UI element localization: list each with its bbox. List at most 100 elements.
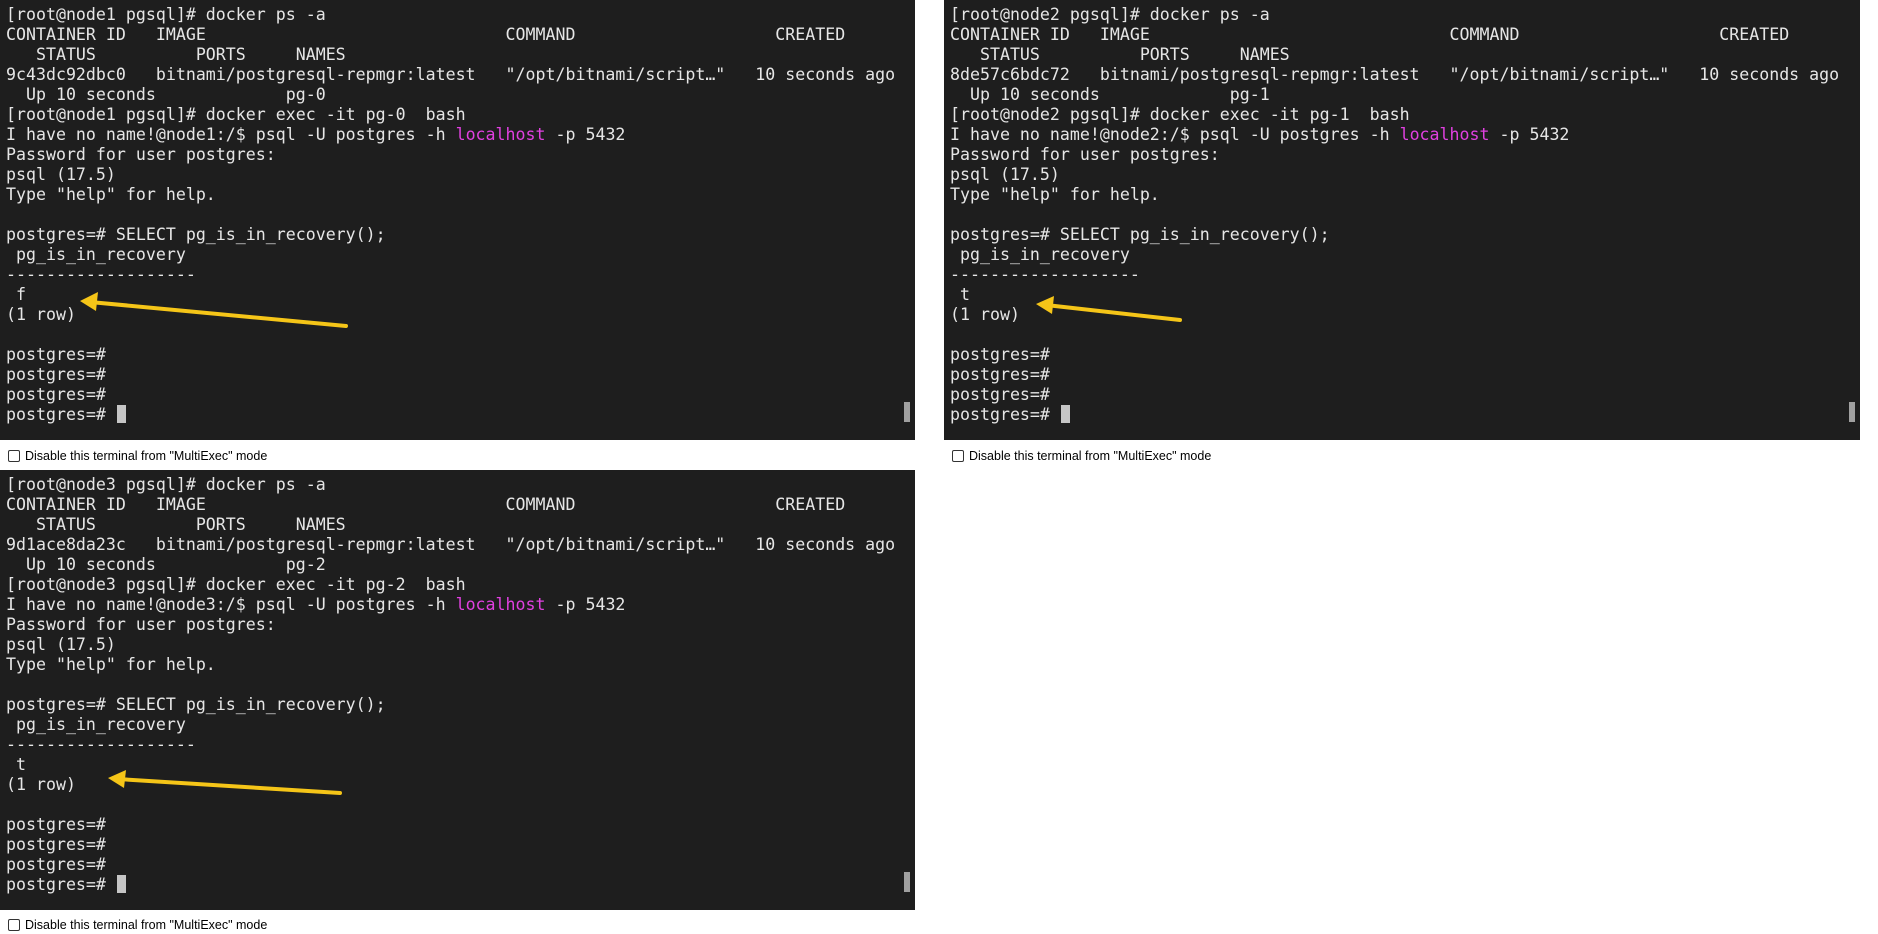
terminal-line: (1 row) [6,305,895,325]
terminal-line-text: Type "help" for help. [6,655,216,674]
terminal-line-text: postgres=# [950,365,1050,384]
terminal-line: t [6,755,895,775]
terminal-cursor [116,405,126,423]
terminal-line: CONTAINER ID IMAGE COMMAND CREATED [6,495,895,515]
terminal-line: Password for user postgres: [6,615,895,635]
terminal-line-text: 9c43dc92dbc0 bitnami/postgresql-repmgr:l… [6,65,896,84]
terminal-line-text: psql (17.5) [6,165,116,184]
terminal-line: ------------------- [6,735,895,755]
terminal-line-text: postgres=# SELECT pg_is_in_recovery(); [6,695,386,714]
terminal-line: postgres=# [6,365,895,385]
terminal-line-text: (1 row) [6,775,76,794]
terminal-line: Type "help" for help. [6,185,895,205]
psql-port: -p 5432 [1489,125,1570,144]
psql-host: localhost [455,595,546,614]
psql-port: -p 5432 [545,595,626,614]
terminal-line-text: [root@node1 pgsql]# docker exec -it pg-0… [6,105,466,124]
terminal-line-text: 8de57c6bdc72 bitnami/postgresql-repmgr:l… [950,65,1840,84]
terminal-line-text: pg_is_in_recovery [6,245,186,264]
terminal-line: [root@node1 pgsql]# docker exec -it pg-0… [6,105,895,125]
terminal-line: STATUS PORTS NAMES [6,515,895,535]
terminal-line-text: CONTAINER ID IMAGE COMMAND CREATED [6,495,846,514]
terminal-line-text: postgres=# SELECT pg_is_in_recovery(); [6,225,386,244]
terminal-pane-node3: [root@node3 pgsql]# docker ps -a CONTAINE… [0,470,935,932]
multiexec-checkbox[interactable] [8,919,20,931]
terminal-line: psql (17.5) [6,635,895,655]
terminal-line: Type "help" for help. [6,655,895,675]
terminal-line-text: postgres=# [6,875,116,894]
terminal-line: pg_is_in_recovery [950,245,1839,265]
terminal-line: postgres=# [950,365,1839,385]
terminal-line: postgres=# SELECT pg_is_in_recovery(); [6,225,895,245]
multiexec-toggle[interactable]: Disable this terminal from "MultiExec" m… [8,447,267,465]
terminal-line-text: CONTAINER ID IMAGE COMMAND CREATED [6,25,846,44]
terminal-line-text: t [950,285,970,304]
terminal-node3[interactable]: [root@node3 pgsql]# docker ps -a CONTAINE… [0,470,915,910]
scrollbar[interactable] [899,0,915,440]
multiexec-checkbox[interactable] [952,450,964,462]
terminal-line-text: pg_is_in_recovery [6,715,186,734]
terminal-line-text: Password for user postgres: [6,615,276,634]
scrollbar-thumb[interactable] [904,872,910,892]
terminal-line: CONTAINER ID IMAGE COMMAND CREATED [6,25,895,45]
terminal-cursor [1060,405,1070,423]
multiexec-toggle[interactable]: Disable this terminal from "MultiExec" m… [8,916,267,934]
terminal-line-text: [root@node2 pgsql]# docker ps -a [950,5,1270,24]
terminal-line: [root@node2 pgsql]# docker ps -a [950,5,1839,25]
terminal-line-text: I have no name!@node3:/$ psql -U postgre… [6,595,456,614]
terminal-line-text: Up 10 seconds pg-1 [950,85,1270,104]
terminal-line: postgres=# [950,345,1839,365]
terminal-cursor [116,875,126,893]
terminal-line-text: ------------------- [950,265,1140,284]
terminal-line-text: psql (17.5) [6,635,116,654]
multiexec-label: Disable this terminal from "MultiExec" m… [25,449,268,463]
terminal-line-text: postgres=# [950,345,1050,364]
terminal-line-text: Up 10 seconds pg-2 [6,555,326,574]
terminal-line-text: [root@node3 pgsql]# docker exec -it pg-2… [6,575,466,594]
terminal-line-text: postgres=# [6,405,116,424]
terminal-line: CONTAINER ID IMAGE COMMAND CREATED [950,25,1839,45]
terminal-line: STATUS PORTS NAMES [6,45,895,65]
scrollbar[interactable] [899,470,915,910]
terminal-line-text: postgres=# SELECT pg_is_in_recovery(); [950,225,1330,244]
terminal-line: ------------------- [6,265,895,285]
terminal-line: postgres=# [6,835,895,855]
terminal-line-text: I have no name!@node1:/$ psql -U postgre… [6,125,456,144]
terminal-line-text: pg_is_in_recovery [950,245,1130,264]
terminal-output: [root@node2 pgsql]# docker ps -a CONTAINE… [950,5,1839,425]
terminal-line-text: postgres=# [6,835,106,854]
terminal-line-text: ------------------- [6,265,196,284]
terminal-line: [root@node2 pgsql]# docker exec -it pg-1… [950,105,1839,125]
terminal-line: postgres=# [950,385,1839,405]
scrollbar-thumb[interactable] [1849,402,1855,422]
terminal-line-text: [root@node3 pgsql]# docker ps -a [6,475,326,494]
scrollbar[interactable] [1844,0,1860,440]
terminal-line: pg_is_in_recovery [6,245,895,265]
terminal-pane-node1: [root@node1 pgsql]# docker ps -a CONTAINE… [0,0,935,470]
terminal-line: postgres=# [6,405,895,425]
terminal-line-text: f [6,285,26,304]
terminal-line: ------------------- [950,265,1839,285]
multiexec-checkbox[interactable] [8,450,20,462]
terminal-line: Type "help" for help. [950,185,1839,205]
terminal-line: postgres=# [6,875,895,895]
scrollbar-thumb[interactable] [904,402,910,422]
terminal-line-text: postgres=# [6,855,106,874]
terminal-line: Up 10 seconds pg-2 [6,555,895,575]
terminal-node2[interactable]: [root@node2 pgsql]# docker ps -a CONTAINE… [944,0,1860,440]
terminal-line: 9c43dc92dbc0 bitnami/postgresql-repmgr:l… [6,65,895,85]
terminal-line: psql (17.5) [6,165,895,185]
terminal-node1[interactable]: [root@node1 pgsql]# docker ps -a CONTAINE… [0,0,915,440]
terminal-line: Up 10 seconds pg-1 [950,85,1839,105]
multiexec-toggle[interactable]: Disable this terminal from "MultiExec" m… [952,447,1211,465]
terminal-line-text: STATUS PORTS NAMES [6,45,346,64]
terminal-line-text: postgres=# [950,405,1060,424]
terminal-line-text: (1 row) [950,305,1020,324]
terminal-line: (1 row) [950,305,1839,325]
terminal-pane-node2: [root@node2 pgsql]# docker ps -a CONTAINE… [944,0,1878,470]
